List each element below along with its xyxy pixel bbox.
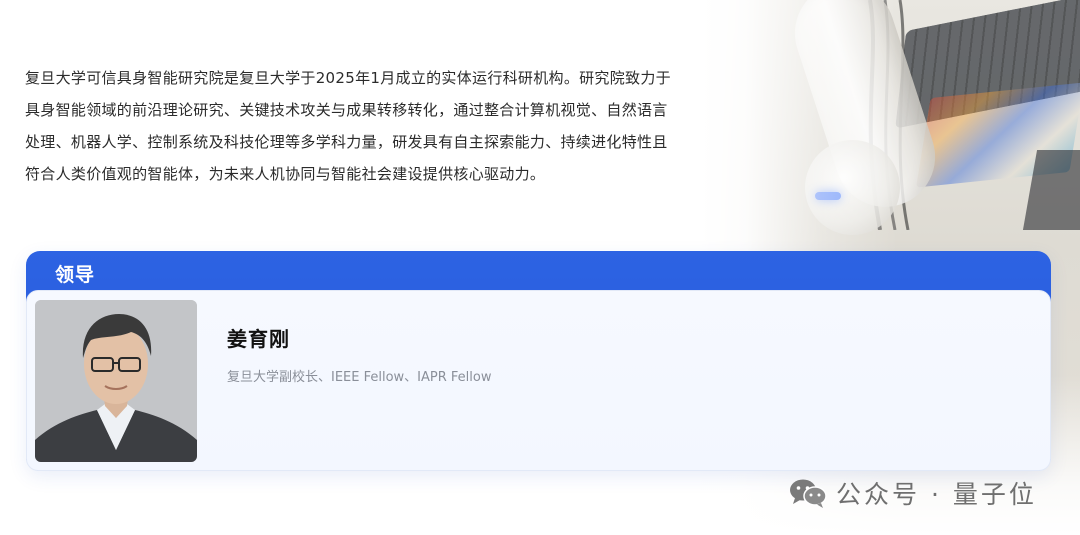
wechat-icon: [790, 479, 827, 508]
intro-line: 处理、机器人学、控制系统及科技伦理等多学科力量，研发具有自主探索能力、持续进化特…: [25, 133, 668, 151]
intro-line: 符合人类价值观的智能体，为未来人机协同与智能社会建设提供核心驱动力。: [25, 165, 546, 183]
intro-line: 具身智能领域的前沿理论研究、关键技术攻关与成果转移转化，通过整合计算机视觉、自然…: [25, 101, 668, 119]
intro-line: 复旦大学可信具身智能研究院是复旦大学于2025年1月成立的实体运行科研机构。研究…: [25, 69, 671, 87]
robot-light-image: [815, 192, 841, 200]
leader-portrait: [35, 300, 197, 462]
robot-joint-image: [805, 140, 900, 235]
wechat-watermark: 公众号 · 量子位: [788, 474, 1037, 512]
leadership-heading: 领导: [55, 264, 96, 286]
watermark-text: 公众号 · 量子位: [836, 480, 1037, 509]
leader-title: 复旦大学副校长、IEEE Fellow、IAPR Fellow: [227, 370, 492, 385]
institute-intro: 复旦大学可信具身智能研究院是复旦大学于2025年1月成立的实体运行科研机构。研究…: [25, 62, 725, 190]
leader-name: 姜育刚: [227, 327, 290, 351]
